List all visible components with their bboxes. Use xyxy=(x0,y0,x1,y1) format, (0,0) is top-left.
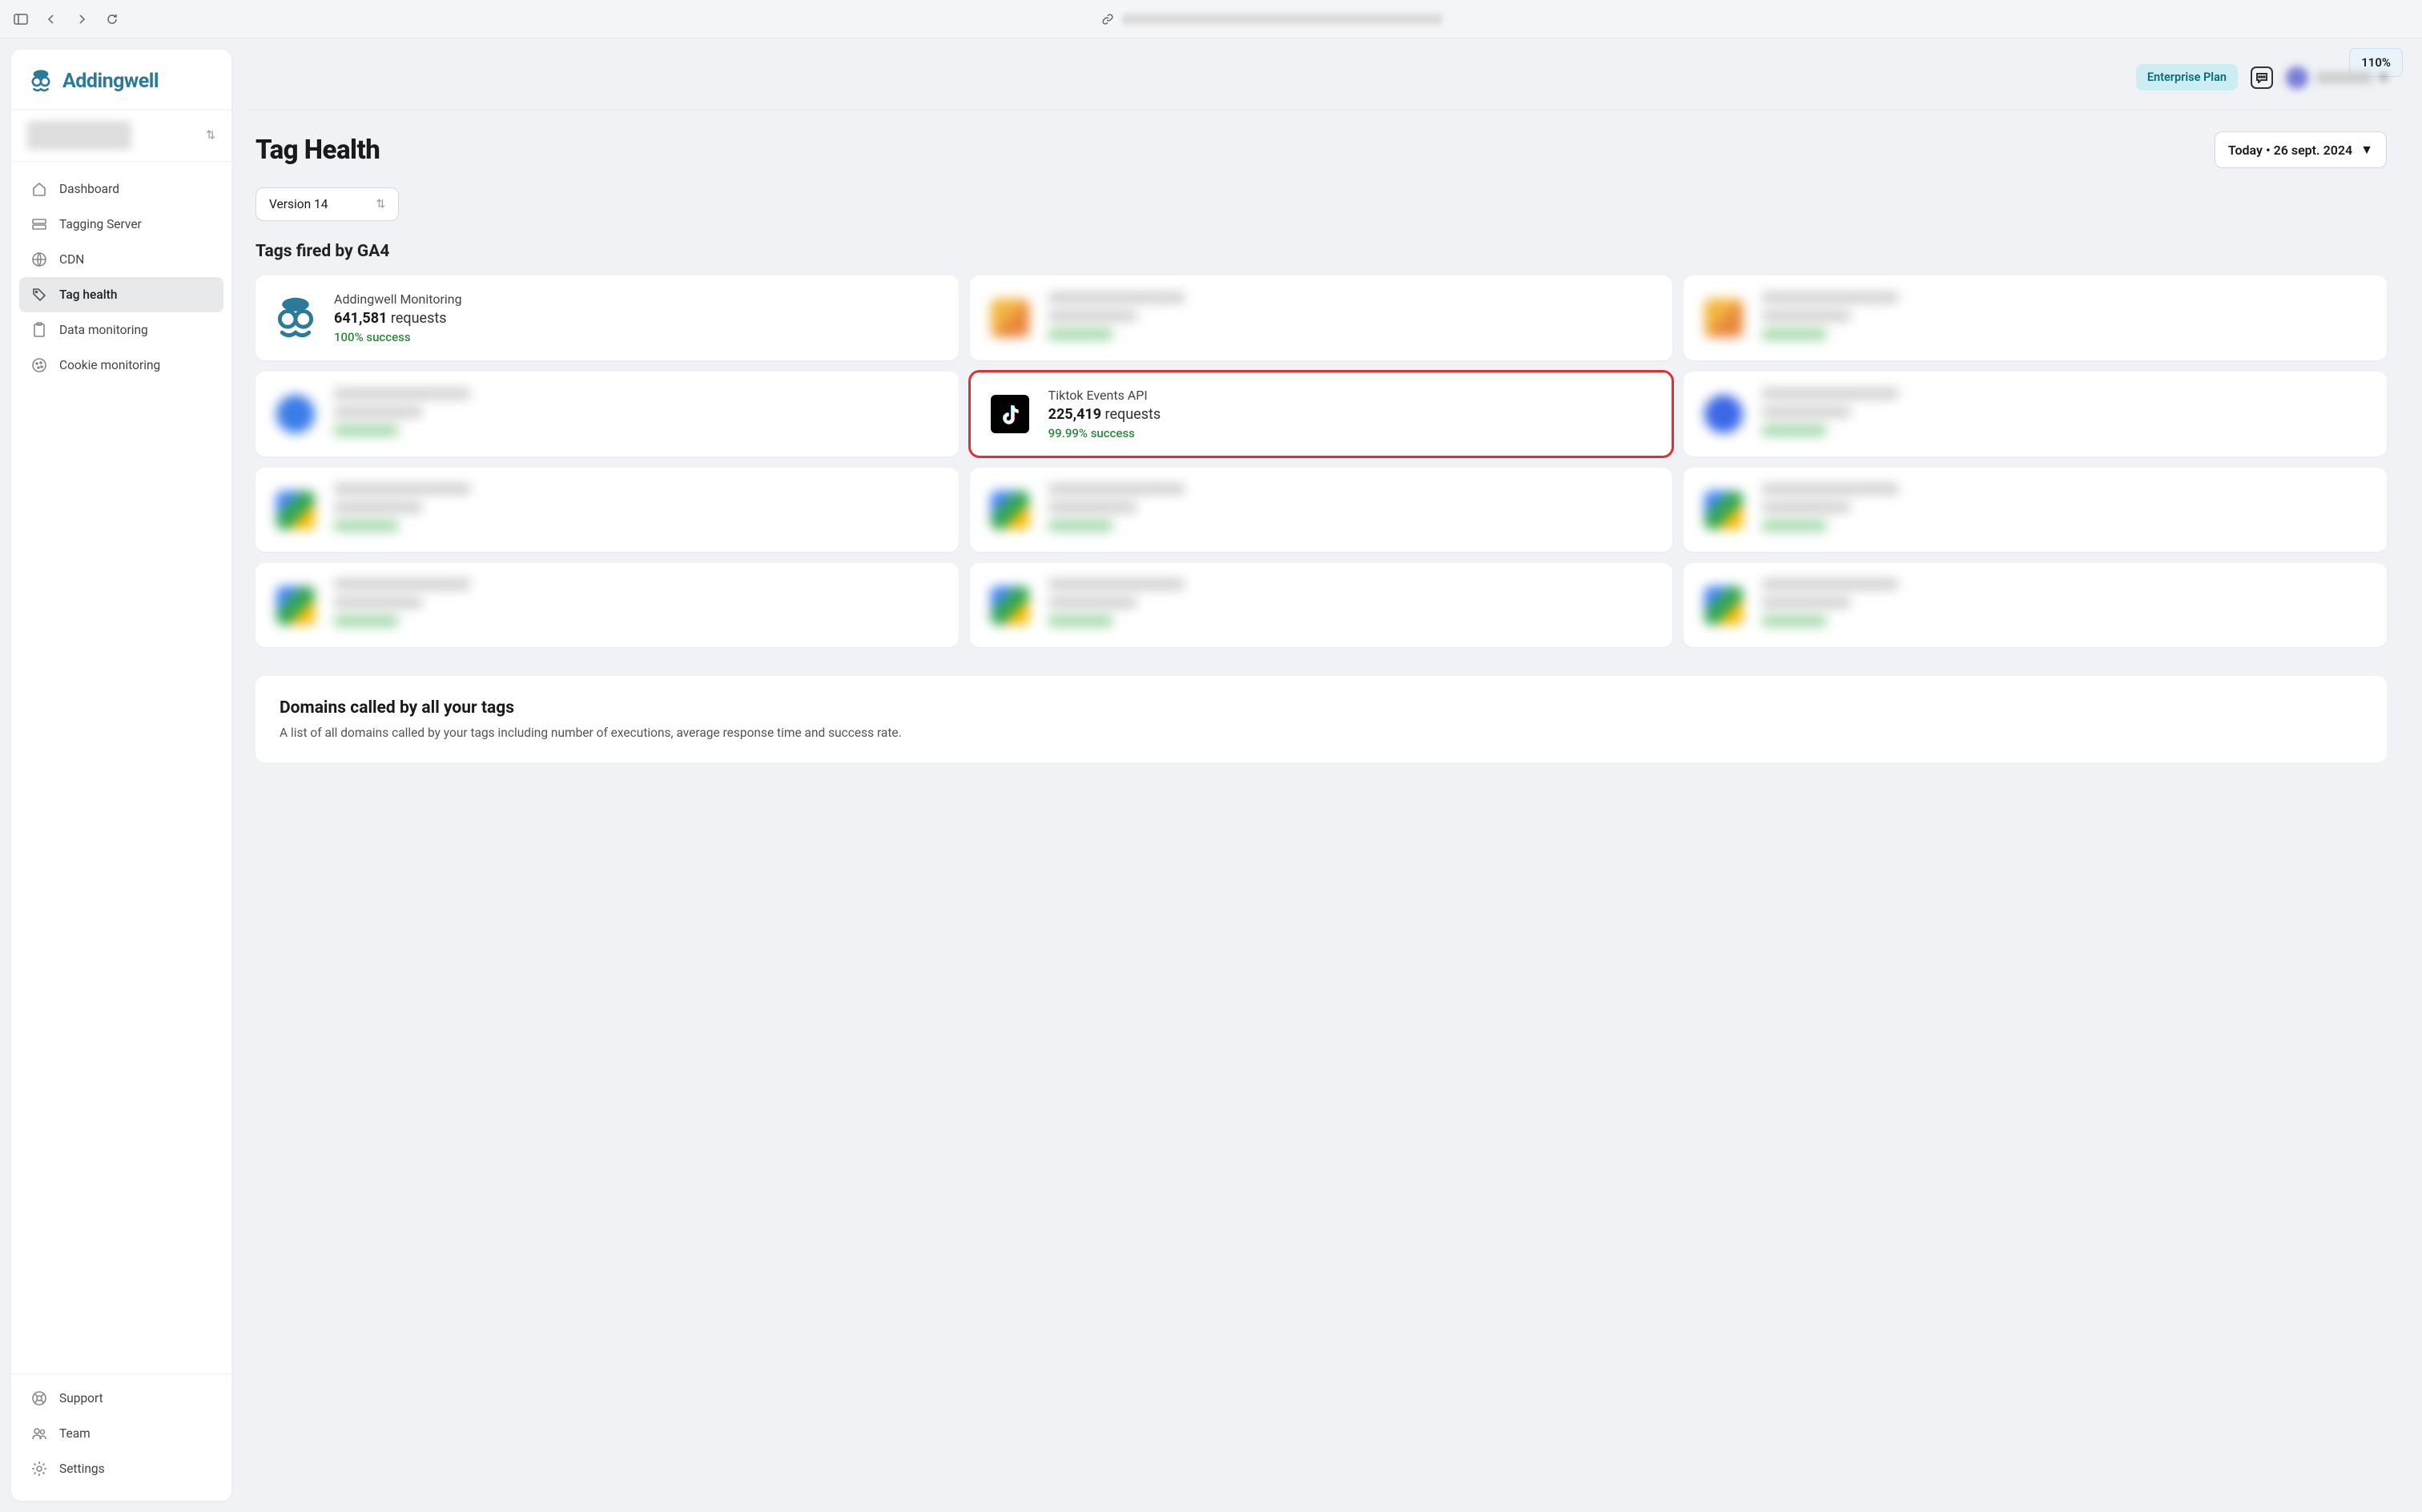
tag-card-success: 100% success xyxy=(334,330,462,344)
sidebar-item-settings[interactable]: Settings xyxy=(19,1451,223,1486)
sidebar: Addingwell ⇅ Dashboard Tagging Server CD… xyxy=(11,50,231,1501)
caret-down-icon: ▼ xyxy=(2360,142,2373,158)
server-icon xyxy=(30,215,48,233)
domains-panel: Domains called by all your tags A list o… xyxy=(255,676,2387,762)
link-icon xyxy=(1100,11,1116,27)
tag-card-blurred[interactable] xyxy=(1684,372,2387,456)
section-title: Tags fired by GA4 xyxy=(255,242,2387,261)
chevron-updown-icon: ⇅ xyxy=(206,129,215,142)
brand-logo[interactable]: Addingwell xyxy=(11,50,231,109)
sidebar-item-label: Dashboard xyxy=(59,182,119,196)
tag-card-addingwell[interactable]: Addingwell Monitoring 641,581 requests 1… xyxy=(255,275,959,360)
tag-card-title: Addingwell Monitoring xyxy=(334,292,462,307)
plan-badge[interactable]: Enterprise Plan xyxy=(2136,64,2238,90)
globe-icon xyxy=(30,251,48,268)
sidebar-item-cdn[interactable]: CDN xyxy=(19,242,223,277)
gear-icon xyxy=(30,1460,48,1478)
reload-icon[interactable] xyxy=(104,11,120,27)
chevron-down-icon: ▾ xyxy=(2380,70,2387,85)
forward-icon[interactable] xyxy=(74,11,90,27)
domains-title: Domains called by all your tags xyxy=(280,698,2363,718)
tag-card-tiktok[interactable]: Tiktok Events API 225,419 requests 99.99… xyxy=(970,372,1673,456)
chat-icon[interactable] xyxy=(2251,66,2273,89)
account-selector[interactable]: ⇅ xyxy=(11,109,231,162)
tag-card-blurred[interactable] xyxy=(1684,563,2387,647)
cookie-icon xyxy=(30,356,48,374)
tag-card-title: Tiktok Events API xyxy=(1048,388,1161,403)
tag-icon xyxy=(30,286,48,304)
sidebar-item-label: Settings xyxy=(59,1462,105,1476)
page-title: Tag Health xyxy=(255,135,380,166)
back-icon[interactable] xyxy=(43,11,59,27)
brand-name: Addingwell xyxy=(62,70,159,93)
tag-card-blurred[interactable] xyxy=(255,563,959,647)
address-bar[interactable] xyxy=(1122,14,1442,25)
sidebar-item-tag-health[interactable]: Tag health xyxy=(19,277,223,312)
sidebar-item-tagging-server[interactable]: Tagging Server xyxy=(19,207,223,242)
sidebar-item-label: Data monitoring xyxy=(59,323,148,337)
domains-description: A list of all domains called by your tag… xyxy=(280,726,2363,740)
sidebar-item-label: Support xyxy=(59,1391,103,1405)
sidebar-item-data-monitoring[interactable]: Data monitoring xyxy=(19,312,223,348)
sidebar-item-label: Team xyxy=(59,1426,91,1441)
user-menu[interactable]: ▾ xyxy=(2286,66,2387,89)
sidebar-toggle-icon[interactable] xyxy=(13,11,29,27)
tags-grid: Addingwell Monitoring 641,581 requests 1… xyxy=(247,275,2395,647)
sidebar-item-label: Cookie monitoring xyxy=(59,358,160,372)
home-icon xyxy=(30,180,48,198)
sidebar-item-label: CDN xyxy=(59,252,84,267)
sidebar-item-label: Tagging Server xyxy=(59,217,142,231)
tag-card-requests: 225,419 requests xyxy=(1048,406,1161,423)
addingwell-logo-icon xyxy=(27,67,54,94)
browser-toolbar xyxy=(0,0,2422,38)
tag-card-blurred[interactable] xyxy=(255,468,959,552)
sidebar-item-cookie-monitoring[interactable]: Cookie monitoring xyxy=(19,348,223,383)
tag-card-success: 99.99% success xyxy=(1048,426,1161,440)
topbar: Enterprise Plan ▾ xyxy=(247,50,2395,111)
avatar xyxy=(2286,66,2308,89)
tag-card-requests: 641,581 requests xyxy=(334,310,462,327)
tag-card-blurred[interactable] xyxy=(970,563,1673,647)
tiktok-icon xyxy=(991,395,1029,433)
version-selector[interactable]: Version 14 ⇅ xyxy=(255,187,399,221)
addingwell-icon xyxy=(273,296,318,340)
lifebuoy-icon xyxy=(30,1389,48,1407)
main-content: Enterprise Plan ▾ Tag Health Today • 26 … xyxy=(231,50,2411,1501)
tag-card-blurred[interactable] xyxy=(1684,468,2387,552)
sidebar-item-team[interactable]: Team xyxy=(19,1416,223,1451)
sidebar-bottom: Support Team Settings xyxy=(11,1373,231,1501)
tag-card-blurred[interactable] xyxy=(1684,275,2387,360)
team-icon xyxy=(30,1425,48,1442)
sidebar-item-dashboard[interactable]: Dashboard xyxy=(19,171,223,207)
chevron-updown-icon: ⇅ xyxy=(376,198,385,211)
tag-card-blurred[interactable] xyxy=(970,275,1673,360)
tag-card-blurred[interactable] xyxy=(255,372,959,456)
clipboard-icon xyxy=(30,321,48,339)
main-nav: Dashboard Tagging Server CDN Tag health … xyxy=(11,162,231,1373)
sidebar-item-label: Tag health xyxy=(59,288,117,302)
sidebar-item-support[interactable]: Support xyxy=(19,1381,223,1416)
date-range-selector[interactable]: Today • 26 sept. 2024 ▼ xyxy=(2215,131,2387,168)
tag-card-blurred[interactable] xyxy=(970,468,1673,552)
